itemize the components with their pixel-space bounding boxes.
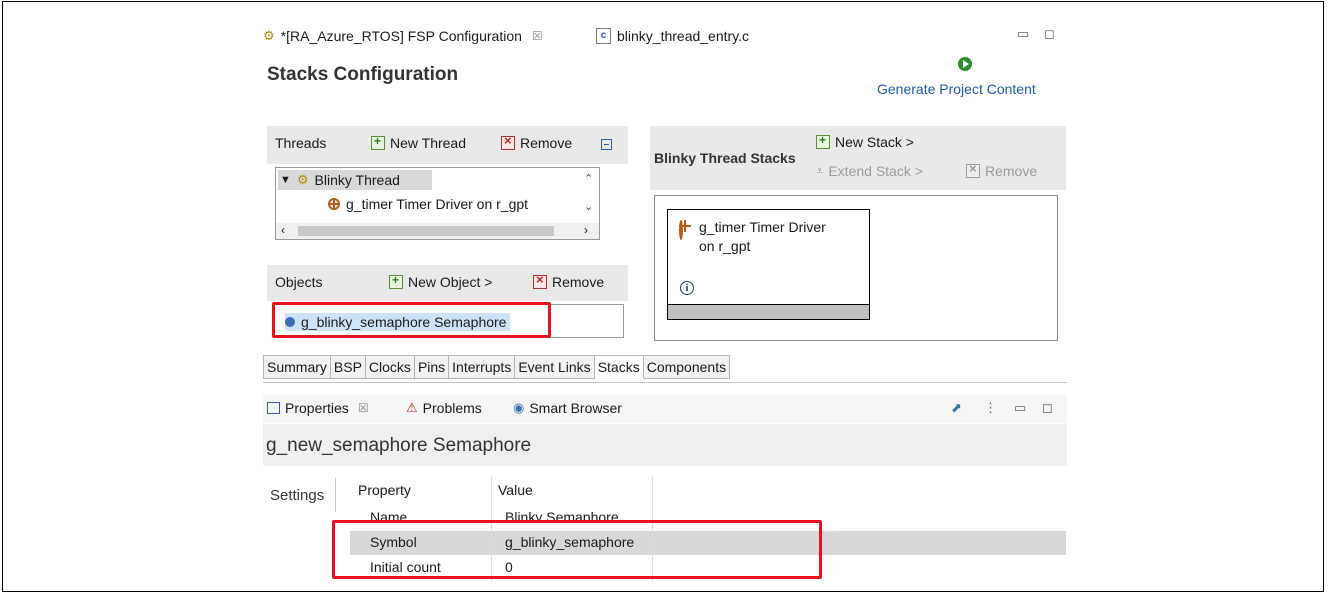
maximize-icon[interactable]: ◻ [1042,400,1053,416]
properties-icon [267,402,280,414]
new-stack-label: New Stack > [835,134,914,150]
tab-components[interactable]: Components [643,355,731,379]
run-icon[interactable] [958,57,972,71]
properties-title: g_new_semaphore Semaphore [266,435,532,456]
tab-label: Problems [422,400,482,416]
tab-summary[interactable]: Summary [263,355,331,379]
info-icon[interactable]: i [680,281,694,295]
thread-stacks-header: Blinky Thread Stacks New Stack > ⩡ Exten… [650,126,1066,190]
tab-label: Properties [285,400,349,416]
tree-item-label: Blinky Thread [314,172,400,188]
tree-item-label: g_timer Timer Driver on r_gpt [346,196,529,212]
tab-label: Smart Browser [529,400,622,416]
threads-header: Threads New Thread Remove [267,126,628,164]
new-thread-button[interactable]: New Thread [371,134,467,151]
scrollbar-thumb[interactable] [298,226,554,236]
tab-label: *[RA_Azure_RTOS] FSP Configuration [280,28,522,44]
remove-icon [533,272,547,289]
stack-card-line2: on r_gpt [699,238,751,254]
problems-icon: ⚠ [406,400,418,415]
page-title: Stacks Configuration [267,64,459,85]
gear-icon: ⚙ [296,172,309,187]
threads-label: Threads [275,135,327,151]
editor-tab-bar: ⚙ *[RA_Azure_RTOS] FSP Configuration ☒ c… [263,24,1067,48]
column-header-property: Property [358,482,411,498]
new-object-button[interactable]: New Object > [389,273,493,290]
scroll-down-icon[interactable]: ⌄ [584,200,593,213]
tab-bsp[interactable]: BSP [330,355,366,379]
c-file-icon: c [596,28,611,44]
tab-event-links[interactable]: Event Links [515,355,595,379]
tree-item-g-timer[interactable]: g_timer Timer Driver on r_gpt [328,194,528,214]
tab-properties[interactable]: Properties ☒ [267,400,369,416]
chevron-down-icon[interactable]: ▼ [280,174,291,186]
new-thread-label: New Thread [390,135,467,151]
tab-stacks[interactable]: Stacks [594,355,644,379]
column-header-value: Value [498,482,533,498]
threads-tree: ▼ ⚙ Blinky Thread g_timer Timer Driver o… [275,167,600,240]
add-icon [389,273,403,289]
close-icon[interactable]: ☒ [532,29,543,43]
scroll-up-icon[interactable]: ⌃ [584,172,593,185]
new-object-label: New Object > [408,274,493,290]
gear-icon: ⚙ [263,28,275,43]
maximize-icon[interactable]: ◻ [1044,26,1055,42]
smart-browser-icon: ◉ [513,400,525,415]
view-menu-icon[interactable]: ⋮ [984,400,997,416]
remove-stack-button[interactable]: Remove [966,161,1038,179]
extend-icon: ⩡ [816,163,824,178]
minimize-icon[interactable]: ▭ [1017,26,1029,42]
objects-label: Objects [275,274,323,290]
module-icon [328,198,340,210]
collapse-all-icon[interactable] [601,139,612,150]
tab-interrupts[interactable]: Interrupts [449,355,516,379]
tab-blinky-thread-entry[interactable]: c blinky_thread_entry.c [596,24,749,48]
scroll-right-icon[interactable]: › [584,223,588,237]
view-tab-bar: Properties ☒ ⚠ Problems ◉ Smart Browser … [263,395,1067,423]
divider [263,382,1067,383]
remove-label: Remove [552,274,605,290]
stack-card-footer [668,304,869,319]
tab-problems[interactable]: ⚠ Problems [406,400,482,416]
add-icon [816,133,830,149]
stack-card-line1: g_timer Timer Driver [699,219,826,235]
remove-object-button[interactable]: Remove [533,272,605,290]
settings-tab-label: Settings [270,487,325,504]
highlight-box [332,520,822,579]
remove-label: Remove [520,135,573,151]
pin-view-icon[interactable]: ⬈ [951,400,962,416]
tab-pins[interactable]: Pins [414,355,450,379]
tab-smart-browser[interactable]: ◉ Smart Browser [513,400,622,416]
config-tab-bar: Summary BSP Clocks Pins Interrupts Event… [263,355,731,379]
module-icon [679,220,683,240]
objects-header: Objects New Object > Remove [267,265,628,301]
tree-item-blinky-thread[interactable]: ▼ ⚙ Blinky Thread [278,170,432,190]
new-stack-button[interactable]: New Stack > [816,133,914,150]
tab-label: blinky_thread_entry.c [617,28,750,44]
tab-clocks[interactable]: Clocks [365,355,415,379]
highlight-box [272,302,551,338]
add-icon [371,134,385,150]
remove-label: Remove [985,163,1038,179]
settings-tab[interactable]: Settings [263,478,336,512]
remove-icon [966,161,980,178]
stack-module-card[interactable]: g_timer Timer Driver on r_gpt i [667,209,870,320]
scroll-left-icon[interactable]: ‹ [281,223,285,237]
close-icon[interactable]: ☒ [358,401,369,415]
horizontal-scrollbar[interactable]: ‹ › [276,223,599,239]
properties-title-bar: g_new_semaphore Semaphore [263,424,1067,466]
extend-stack-label: Extend Stack > [828,163,923,179]
extend-stack-button[interactable]: ⩡ Extend Stack > [816,163,923,179]
remove-icon [501,133,515,150]
minimize-icon[interactable]: ▭ [1014,400,1026,416]
tab-fsp-configuration[interactable]: ⚙ *[RA_Azure_RTOS] FSP Configuration ☒ [263,24,595,48]
generate-project-content-button[interactable]: Generate Project Content [877,81,1036,97]
thread-stacks-label: Blinky Thread Stacks [654,150,796,166]
remove-thread-button[interactable]: Remove [501,133,573,151]
